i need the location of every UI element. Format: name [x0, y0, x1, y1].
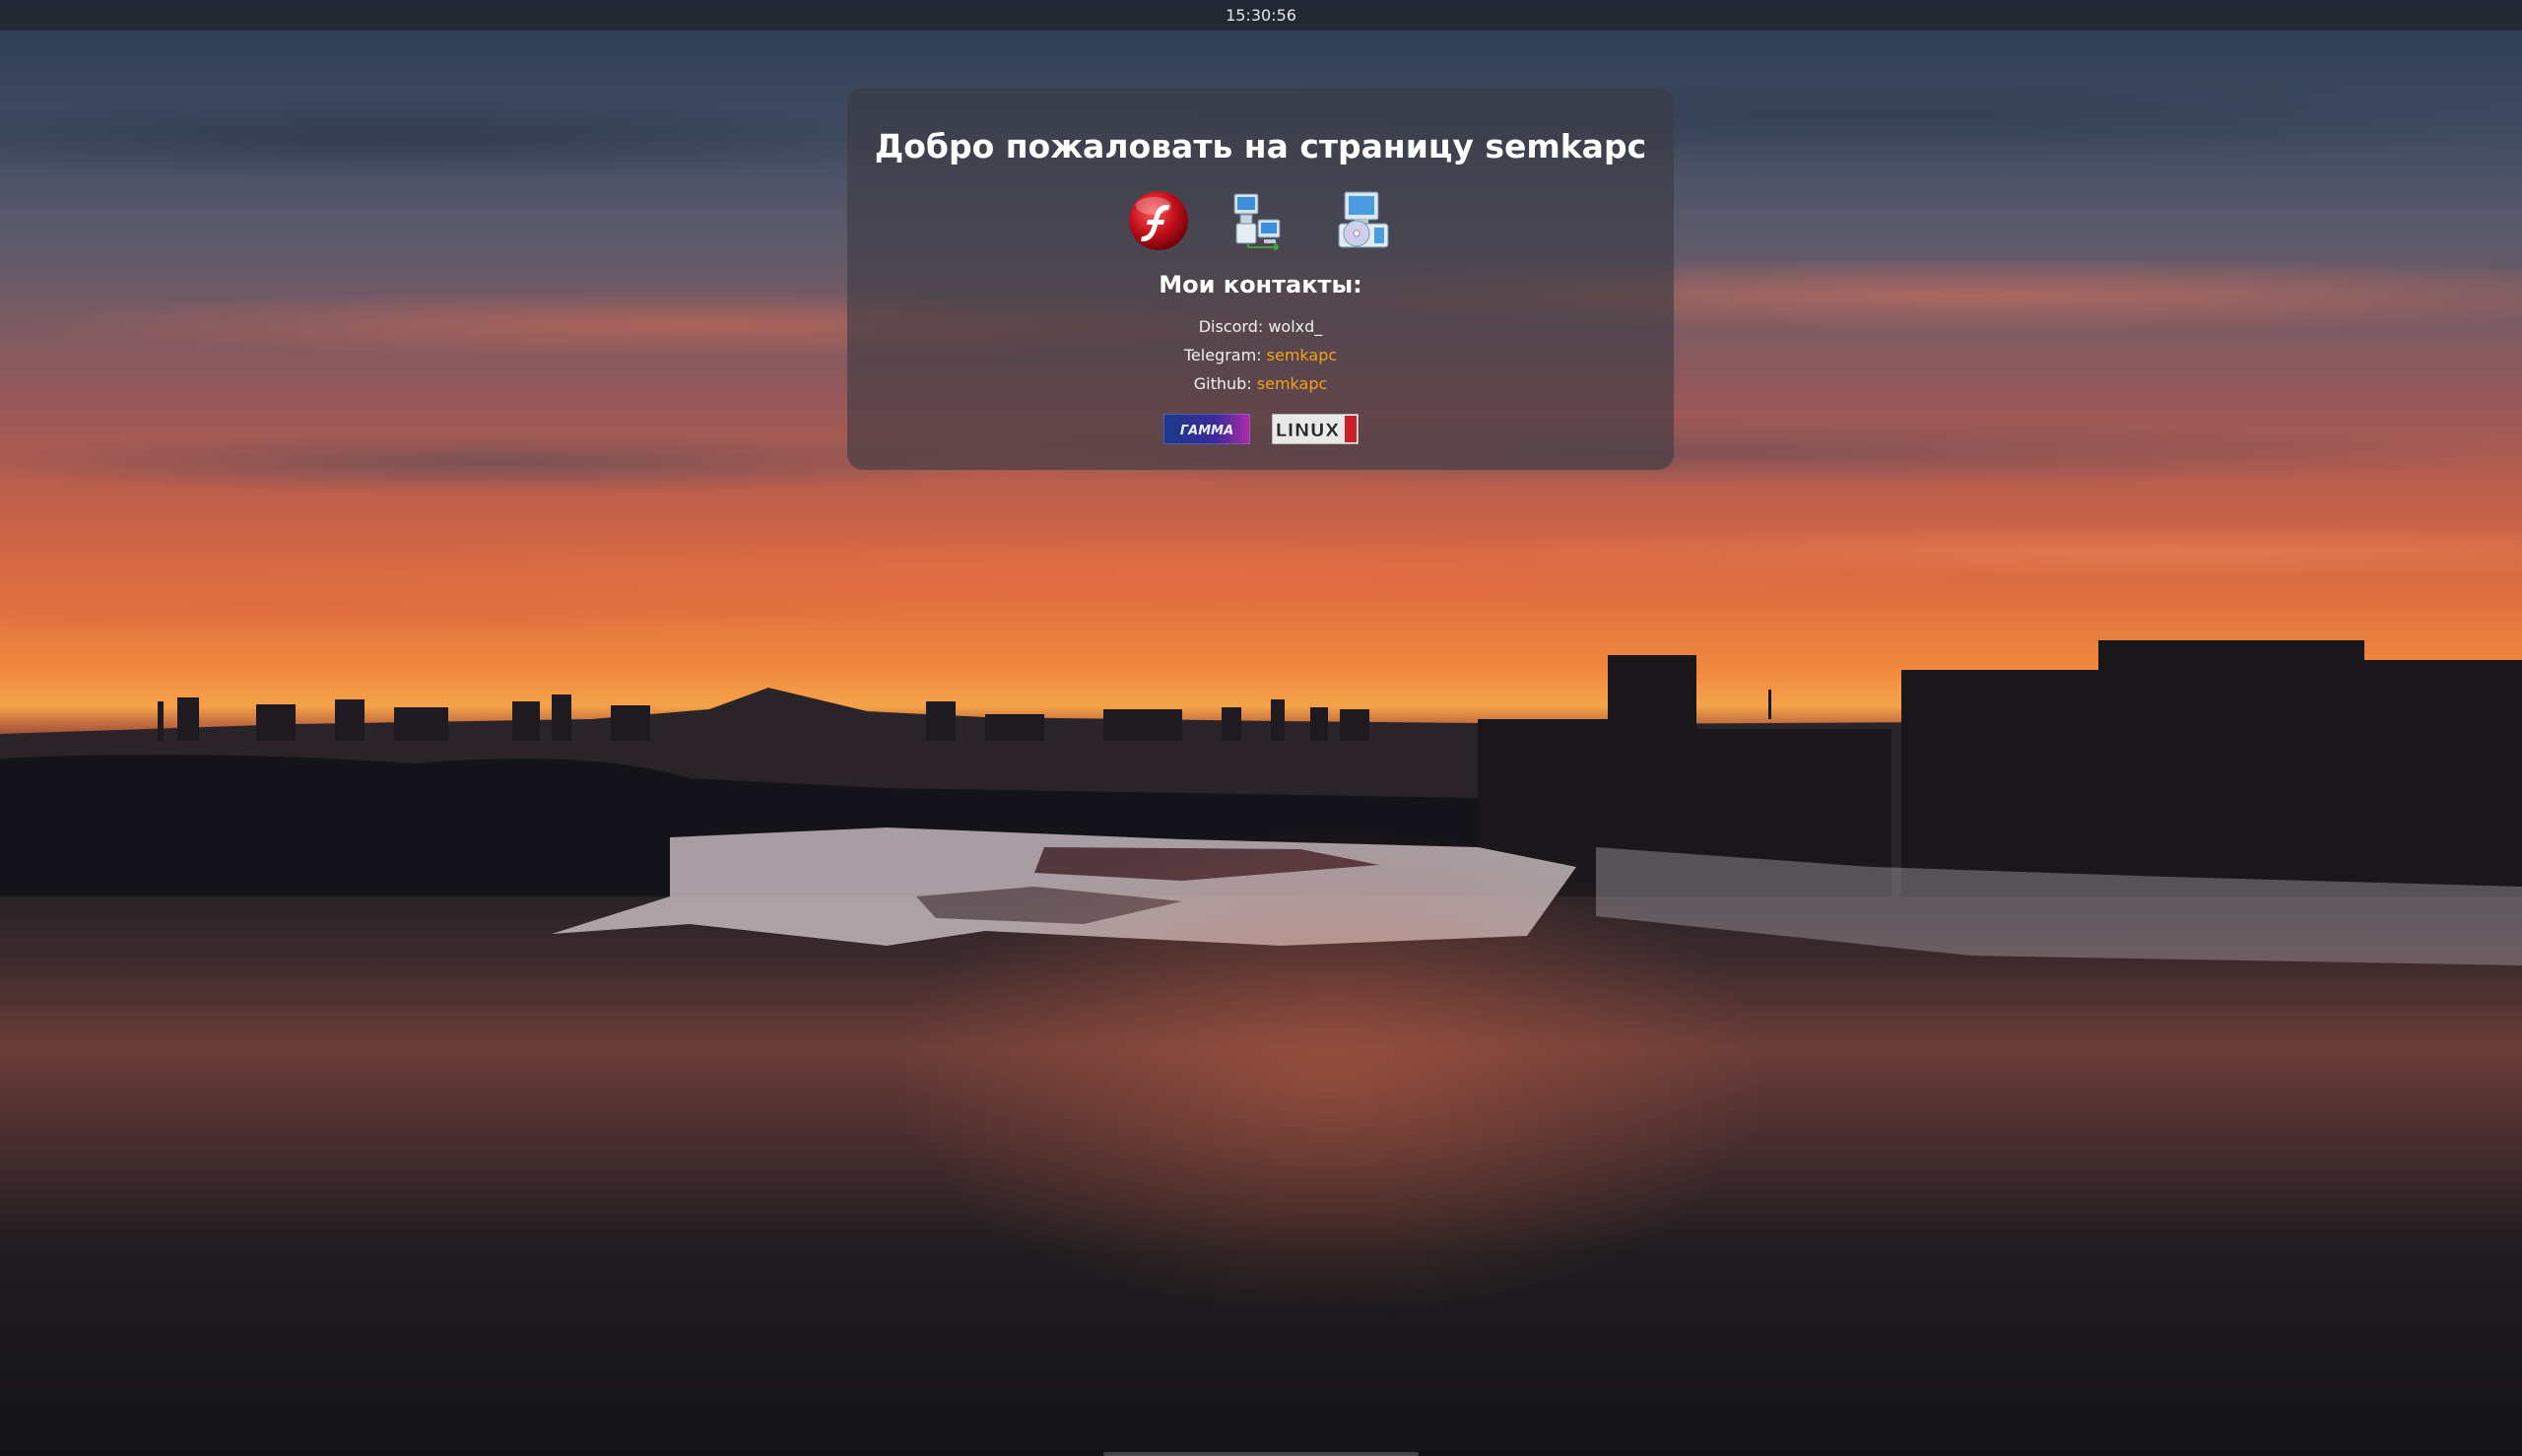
github-contact: Github: semkapc	[847, 374, 1674, 393]
bottom-dock-handle[interactable]	[1103, 1452, 1419, 1456]
page-title: Добро пожаловать на страницу semkapc	[874, 127, 1647, 165]
linux-badge-text: LINUX	[1275, 420, 1340, 441]
discord-value: wolxd_	[1268, 317, 1323, 336]
contacts-heading: Мои контакты:	[1159, 271, 1362, 298]
gamma-badge[interactable]: ГАММА	[1162, 414, 1250, 444]
flash-player-icon[interactable]	[1126, 188, 1191, 253]
river-reflection	[887, 827, 1773, 1320]
github-link[interactable]: semkapc	[1257, 374, 1328, 393]
linux-badge[interactable]: LINUX	[1271, 414, 1359, 444]
telegram-contact: Telegram: semkapc	[847, 346, 1674, 364]
discord-label: Discord:	[1198, 317, 1264, 336]
github-label: Github:	[1193, 374, 1252, 393]
badges-row: ГАММА LINUX	[847, 414, 1674, 444]
welcome-card: Добро пожаловать на страницу semkapc Мои…	[847, 88, 1674, 470]
desktop-wallpaper: 15:30:56 Добро пожаловать на страницу se…	[0, 0, 2522, 1456]
telegram-label: Telegram:	[1183, 346, 1262, 364]
network-computers-icon[interactable]	[1228, 188, 1294, 253]
clock[interactable]: 15:30:56	[1226, 6, 1296, 25]
cd-computer-icon[interactable]	[1331, 188, 1396, 253]
gamma-badge-text: ГАММА	[1179, 424, 1232, 438]
top-panel: 15:30:56	[0, 0, 2522, 31]
telegram-link[interactable]: semkapc	[1267, 346, 1338, 364]
discord-contact: Discord: wolxd_	[847, 317, 1674, 336]
icons-row	[847, 186, 1674, 255]
